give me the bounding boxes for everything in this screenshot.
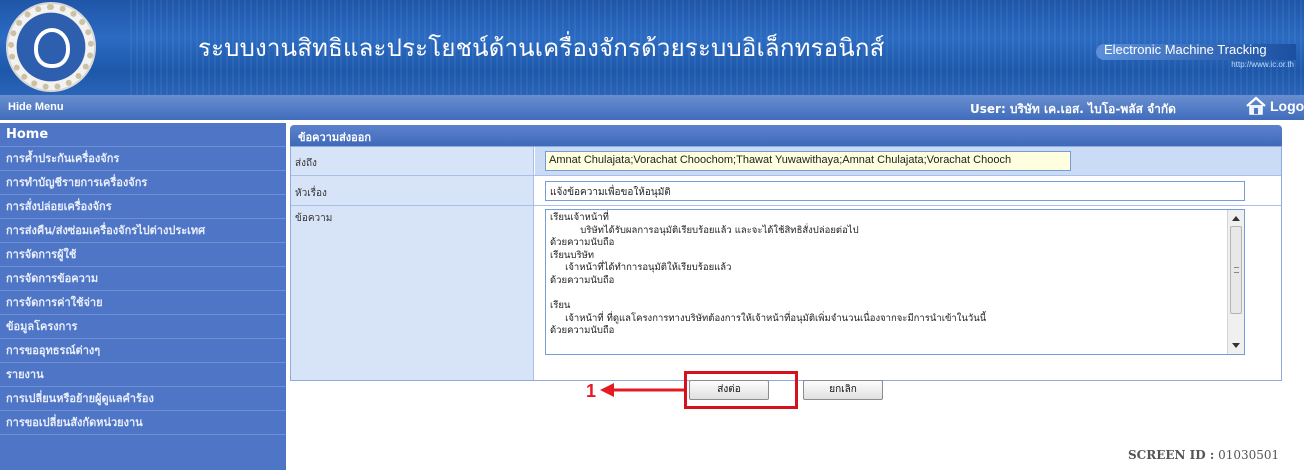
association-logo xyxy=(6,2,96,92)
sidebar-item-change-agency[interactable]: การขอเปลี่ยนสังกัดหน่วยงาน xyxy=(0,411,286,435)
sidebar-menu: Home การค้ำประกันเครื่องจักร การทำบัญชีร… xyxy=(0,123,286,470)
top-menu-bar: Hide Menu User: บริษัท เค.เอส. ไบโอ-พลัส… xyxy=(0,95,1304,120)
subject-field[interactable]: แจ้งข้อความเพื่อขอให้อนุมัติ xyxy=(545,181,1245,201)
arrow-icon xyxy=(600,383,684,397)
hide-menu-link[interactable]: Hide Menu xyxy=(8,101,64,113)
cancel-button[interactable]: ยกเลิก xyxy=(803,380,883,400)
sidebar-item-home[interactable]: Home xyxy=(0,123,286,147)
app-title: ระบบงานสิทธิและประโยชน์ด้านเครื่องจักรด้… xyxy=(198,34,885,62)
app-header: ระบบงานสิทธิและประโยชน์ด้านเครื่องจักรด้… xyxy=(0,0,1304,95)
sidebar-item-project-data[interactable]: ข้อมูลโครงการ xyxy=(0,315,286,339)
message-text: เรียนเจ้าหน้าที่ บริษัทได้รับผลการอนุมัต… xyxy=(550,212,987,337)
user-name: User: บริษัท เค.เอส. ไบโอ-พลัส จำกัด xyxy=(970,102,1176,116)
row-divider xyxy=(291,175,1281,176)
sidebar-item-expense-management[interactable]: การจัดการค่าใช้จ่าย xyxy=(0,291,286,315)
sidebar-item-machine-guarantee[interactable]: การค้ำประกันเครื่องจักร xyxy=(0,147,286,171)
brand-url: http://www.ic.or.th xyxy=(1231,60,1294,69)
label-column xyxy=(291,147,534,380)
sidebar-item-machine-list[interactable]: การทำบัญชีรายการเครื่องจักร xyxy=(0,171,286,195)
sidebar-item-appeals[interactable]: การขออุทธรณ์ต่างๆ xyxy=(0,339,286,363)
message-textarea[interactable]: เรียนเจ้าหน้าที่ บริษัทได้รับผลการอนุมัต… xyxy=(545,209,1245,355)
scroll-up-icon[interactable] xyxy=(1232,216,1240,221)
sidebar-item-reports[interactable]: รายงาน xyxy=(0,363,286,387)
to-label: ส่งถึง xyxy=(295,158,317,169)
to-field[interactable]: Amnat Chulajata;Vorachat Choochom;Thawat… xyxy=(545,151,1071,171)
message-form: ส่งถึง Amnat Chulajata;Vorachat Choochom… xyxy=(290,146,1282,381)
screen-id-value: 01030501 xyxy=(1218,448,1280,462)
message-label: ข้อความ xyxy=(295,213,333,224)
home-icon[interactable] xyxy=(1244,95,1268,117)
panel-title: ข้อความส่งออก xyxy=(298,131,372,144)
subject-label: หัวเรื่อง xyxy=(295,188,327,199)
grip-icon xyxy=(1234,267,1239,273)
brand-name: Electronic Machine Tracking xyxy=(1104,42,1267,57)
scroll-thumb[interactable] xyxy=(1230,226,1242,314)
panel-header: ข้อความส่งออก xyxy=(290,125,1282,146)
sidebar-item-change-request-owner[interactable]: การเปลี่ยนหรือย้ายผู้ดูแลคำร้อง xyxy=(0,387,286,411)
logo-emblem xyxy=(34,28,70,68)
highlight-box xyxy=(684,371,798,409)
screen-id: SCREEN ID : 01030501 xyxy=(1128,448,1279,462)
sidebar-item-user-management[interactable]: การจัดการผู้ใช้ xyxy=(0,243,286,267)
sidebar-item-machine-release[interactable]: การสั่งปล่อยเครื่องจักร xyxy=(0,195,286,219)
message-scrollbar[interactable] xyxy=(1227,210,1244,354)
sidebar-item-message-management[interactable]: การจัดการข้อความ xyxy=(0,267,286,291)
main-content: ข้อความส่งออก ส่งถึง Amnat Chulajata;Vor… xyxy=(290,125,1282,470)
sidebar-item-return-repair[interactable]: การส่งคืน/ส่งซ่อมเครื่องจักรไปต่างประเทศ xyxy=(0,219,286,243)
annotation-number: 1 xyxy=(586,381,597,401)
logout-link[interactable]: Logout xyxy=(1270,98,1304,114)
scroll-down-icon[interactable] xyxy=(1232,343,1240,348)
screen-id-label: SCREEN ID : xyxy=(1128,448,1215,462)
brand-block: Electronic Machine Tracking http://www.i… xyxy=(1096,38,1296,78)
row-divider xyxy=(291,205,1281,206)
